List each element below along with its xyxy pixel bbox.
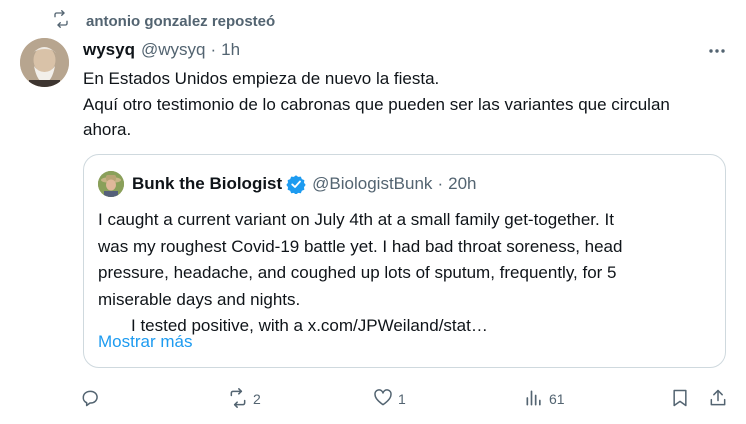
repost-icon xyxy=(228,387,248,411)
author-name[interactable]: wysyq xyxy=(83,40,135,60)
repost-count: 2 xyxy=(253,391,261,407)
heart-icon xyxy=(373,388,393,411)
repost-icon xyxy=(52,9,70,33)
quoted-tweet-text: I caught a current variant on July 4th a… xyxy=(98,207,718,340)
bookmark-button[interactable] xyxy=(670,384,690,414)
avatar[interactable] xyxy=(20,38,69,87)
tweet-text-line: En Estados Unidos empieza de nuevo la fi… xyxy=(83,69,440,88)
repost-text[interactable]: antonio gonzalez reposteó xyxy=(86,13,275,30)
quoted-author-handle[interactable]: @BiologistBunk xyxy=(312,174,432,194)
analytics-icon xyxy=(524,388,544,411)
quoted-timestamp[interactable]: 20h xyxy=(448,174,476,194)
reply-button[interactable] xyxy=(80,384,105,414)
bookmark-icon xyxy=(670,388,690,411)
tweet-text: En Estados Unidos empieza de nuevo la fi… xyxy=(83,66,728,143)
reply-icon xyxy=(80,388,100,411)
show-more-link[interactable]: Mostrar más xyxy=(98,332,192,352)
timestamp[interactable]: 1h xyxy=(221,40,240,60)
more-options-icon[interactable] xyxy=(706,40,728,62)
quoted-tweet-header: Bunk the Biologist @BiologistBunk · 20h xyxy=(98,171,476,197)
tweet-header: wysyq @wysyq · 1h xyxy=(83,38,240,62)
tweet-text-line: ahora. xyxy=(83,120,132,139)
repost-indicator[interactable]: antonio gonzalez reposteó xyxy=(52,8,275,34)
separator: · xyxy=(437,174,444,193)
author-handle[interactable]: @wysyq xyxy=(141,40,206,60)
tweet-text-line: Aquí otro testimonio de lo cabronas que … xyxy=(83,94,670,114)
quoted-text-line: miserable days and nights. xyxy=(98,289,301,309)
share-icon xyxy=(708,388,728,411)
views-count: 61 xyxy=(549,391,565,407)
quoted-avatar xyxy=(98,171,124,197)
like-button[interactable]: 1 xyxy=(373,384,406,414)
repost-button[interactable]: 2 xyxy=(228,384,261,414)
quoted-text-line: I caught a current variant on July 4th a… xyxy=(98,210,614,229)
like-count: 1 xyxy=(398,391,406,407)
action-bar: 2 1 61 xyxy=(80,384,730,414)
views-button[interactable]: 61 xyxy=(524,384,565,414)
verified-badge-icon xyxy=(286,174,306,195)
quoted-text-line: pressure, headache, and coughed up lots … xyxy=(98,263,617,282)
quoted-text-line: was my roughest Covid-19 battle yet. I h… xyxy=(98,236,623,256)
quoted-author-name[interactable]: Bunk the Biologist xyxy=(132,174,282,194)
separator: · xyxy=(210,40,217,59)
share-button[interactable] xyxy=(708,384,728,414)
quoted-tweet-card[interactable]: Bunk the Biologist @BiologistBunk · 20h … xyxy=(83,154,726,368)
